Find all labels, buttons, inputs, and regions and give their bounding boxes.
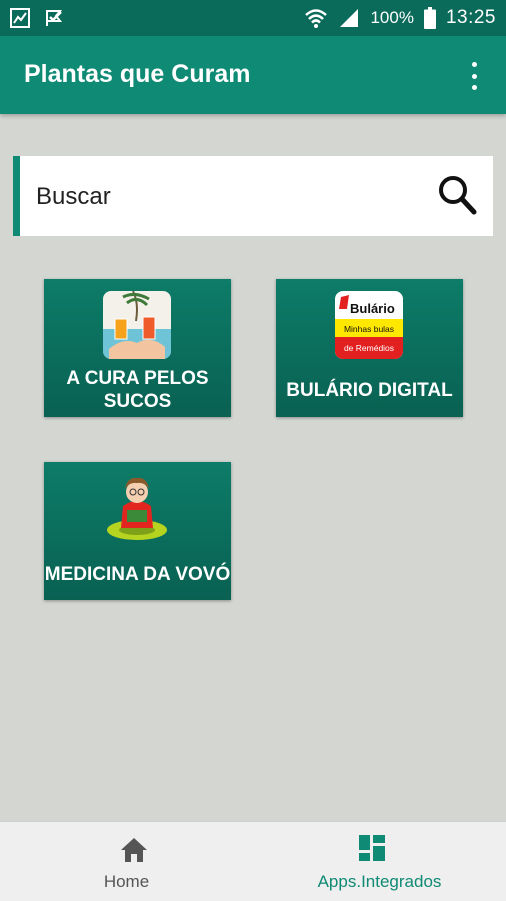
tile-medicina-da-vovo[interactable]: MEDICINA DA VOVÓ <box>44 462 231 600</box>
search-input[interactable]: Buscar <box>36 183 111 211</box>
bulario-logo: Bulário Minhas bulas de Remédios <box>335 291 403 364</box>
tile-bulario-digital[interactable]: Bulário Minhas bulas de Remédios BULÁRIO… <box>276 279 463 417</box>
search-bar[interactable]: Buscar <box>13 156 493 236</box>
tile-label: MEDICINA DA VOVÓ <box>44 564 231 585</box>
app-title: Plantas que Curam <box>24 60 251 88</box>
battery-icon <box>423 7 436 29</box>
check-flag-icon <box>44 8 64 28</box>
nav-item-apps-integrados[interactable]: Apps.Integrados <box>253 822 506 901</box>
tile-cura-pelos-sucos[interactable]: A CURA PELOS SUCOS <box>44 279 231 417</box>
juice-icon <box>103 291 171 364</box>
nav-label-apps-integrados: Apps.Integrados <box>317 872 442 891</box>
grandma-icon <box>103 472 171 547</box>
tile-label: BULÁRIO DIGITAL <box>286 380 453 401</box>
clock: 13:25 <box>445 7 496 28</box>
search-icon[interactable] <box>437 174 477 221</box>
bottom-navigation: Home Apps.Integrados <box>0 821 506 901</box>
home-icon <box>120 837 148 868</box>
more-vert-icon[interactable] <box>464 62 484 90</box>
signal-icon <box>338 8 360 28</box>
nav-label-home: Home <box>103 872 150 891</box>
svg-text:de Remédios: de Remédios <box>344 343 394 353</box>
status-bar: 100% 13:25 <box>0 0 506 36</box>
nav-item-home[interactable]: Home <box>0 822 253 901</box>
wifi-icon <box>304 8 328 28</box>
dashboard-icon <box>358 834 386 867</box>
app-bar: Plantas que Curam <box>0 36 506 114</box>
tile-label: A CURA PELOS SUCOS <box>66 368 209 412</box>
svg-text:Minhas bulas: Minhas bulas <box>344 324 394 334</box>
gallery-icon <box>10 8 30 28</box>
battery-percent: 100% <box>370 8 414 27</box>
svg-text:Bulário: Bulário <box>350 301 395 316</box>
